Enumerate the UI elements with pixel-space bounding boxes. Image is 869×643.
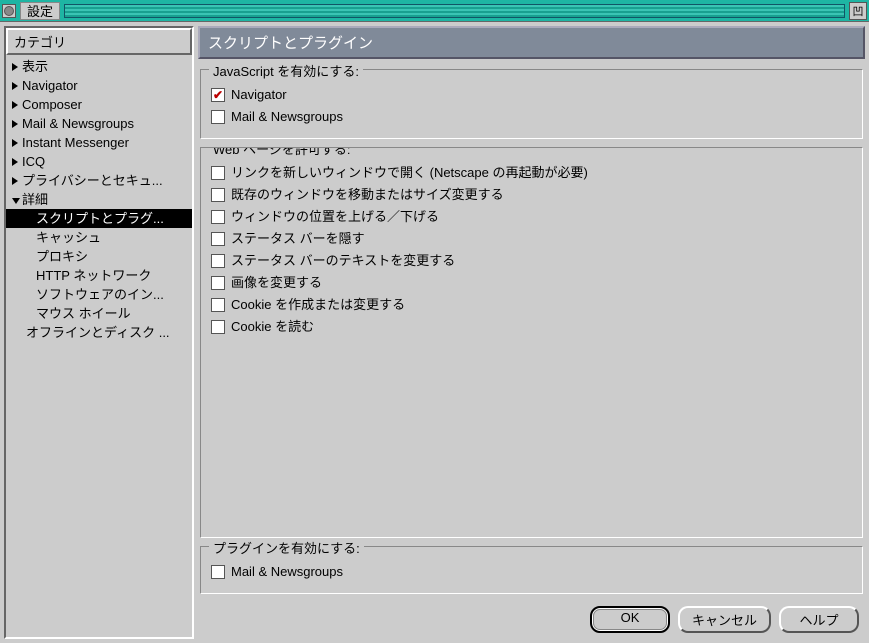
triangle-down-icon[interactable] <box>12 198 20 204</box>
checkbox-label: Mail & Newsgroups <box>231 108 343 126</box>
group-title: Web ページを許可する: <box>209 147 354 158</box>
checkbox-row: 既存のウィンドウを移動またはサイズ変更する <box>211 184 852 206</box>
category-tree[interactable]: 表示 Navigator Composer Mail & Newsgroups Inst… <box>6 55 192 637</box>
sidebar-item[interactable]: マウス ホイール <box>6 304 192 323</box>
checkbox-row: Mail & Newsgroups <box>211 106 852 128</box>
sidebar-item-label: 表示 <box>22 58 48 75</box>
sidebar-item-label: Mail & Newsgroups <box>22 115 134 132</box>
checkbox-row: Navigator <box>211 84 852 106</box>
sidebar-item-label: ICQ <box>22 153 45 170</box>
sidebar-item-label: プライバシーとセキュ... <box>22 172 163 189</box>
checkbox[interactable] <box>211 110 225 124</box>
sidebar-item[interactable]: Mail & Newsgroups <box>6 114 192 133</box>
sidebar-item[interactable]: Navigator <box>6 76 192 95</box>
window-control-icon[interactable]: 凹 <box>849 2 867 20</box>
sidebar-item[interactable]: 表示 <box>6 57 192 76</box>
checkbox-label: リンクを新しいウィンドウで開く (Netscape の再起動が必要) <box>231 164 588 182</box>
cancel-button[interactable]: キャンセル <box>678 606 771 633</box>
checkbox-label: Mail & Newsgroups <box>231 563 343 581</box>
group-enable-javascript: JavaScript を有効にする: NavigatorMail & Newsg… <box>200 69 863 139</box>
checkbox-label: 既存のウィンドウを移動またはサイズ変更する <box>231 186 504 204</box>
sidebar-item[interactable]: キャッシュ <box>6 228 192 247</box>
checkbox-row: Cookie を作成または変更する <box>211 294 852 316</box>
checkbox-row: Cookie を読む <box>211 316 852 338</box>
sidebar-item[interactable]: 詳細 <box>6 190 192 209</box>
checkbox[interactable] <box>211 320 225 334</box>
panel-title: スクリプトとプラグイン <box>198 26 865 59</box>
checkbox-row: ステータス バーのテキストを変更する <box>211 250 852 272</box>
ok-button[interactable]: OK <box>590 606 670 633</box>
checkbox[interactable] <box>211 232 225 246</box>
checkbox[interactable] <box>211 166 225 180</box>
checkbox[interactable] <box>211 188 225 202</box>
sidebar-item-label: 詳細 <box>22 191 48 208</box>
checkbox[interactable] <box>211 298 225 312</box>
triangle-right-icon[interactable] <box>12 63 18 71</box>
titlebar-drag[interactable] <box>64 4 845 18</box>
checkbox-label: Navigator <box>231 86 287 104</box>
checkbox[interactable] <box>211 88 225 102</box>
dialog-buttons: OK キャンセル ヘルプ <box>198 602 865 639</box>
checkbox[interactable] <box>211 210 225 224</box>
sidebar-item-label: オフラインとディスク ... <box>26 324 170 341</box>
sidebar-item[interactable]: ソフトウェアのイン... <box>6 285 192 304</box>
triangle-right-icon[interactable] <box>12 101 18 109</box>
sidebar-item[interactable]: Instant Messenger <box>6 133 192 152</box>
sidebar-header: カテゴリ <box>6 28 192 55</box>
checkbox[interactable] <box>211 276 225 290</box>
checkbox-row: 画像を変更する <box>211 272 852 294</box>
checkbox-label: Cookie を作成または変更する <box>231 296 405 314</box>
checkbox-label: Cookie を読む <box>231 318 314 336</box>
sidebar-item-label: マウス ホイール <box>36 305 131 322</box>
checkbox-label: 画像を変更する <box>231 274 322 292</box>
triangle-right-icon[interactable] <box>12 177 18 185</box>
sidebar-item-label: HTTP ネットワーク <box>36 267 151 284</box>
checkbox-label: ウィンドウの位置を上げる／下げる <box>231 208 439 226</box>
checkbox-row: ステータス バーを隠す <box>211 228 852 250</box>
sidebar-item-label: Composer <box>22 96 82 113</box>
main-panel: スクリプトとプラグイン JavaScript を有効にする: Navigator… <box>198 26 865 639</box>
sidebar-item-label: キャッシュ <box>36 229 101 246</box>
category-sidebar: カテゴリ 表示 Navigator Composer Mail & Newsgroup… <box>4 26 194 639</box>
sidebar-item-label: ソフトウェアのイン... <box>36 286 164 303</box>
titlebar: 設定 凹 <box>0 0 869 22</box>
content-area: カテゴリ 表示 Navigator Composer Mail & Newsgroup… <box>0 22 869 643</box>
window-menu-icon[interactable] <box>2 4 16 18</box>
sidebar-item-label: Navigator <box>22 77 78 94</box>
settings-window: 設定 凹 カテゴリ 表示 Navigator Composer Mail & News… <box>0 0 869 643</box>
triangle-right-icon[interactable] <box>12 158 18 166</box>
sidebar-item-label: プロキシ <box>36 248 88 265</box>
sidebar-item-label: スクリプトとプラグ... <box>36 210 164 227</box>
group-title: プラグインを有効にする: <box>209 538 364 557</box>
sidebar-item-label: Instant Messenger <box>22 134 129 151</box>
sidebar-item[interactable]: プロキシ <box>6 247 192 266</box>
checkbox-row: リンクを新しいウィンドウで開く (Netscape の再起動が必要) <box>211 162 852 184</box>
group-allow-webpages: Web ページを許可する: リンクを新しいウィンドウで開く (Netscape … <box>200 147 863 538</box>
sidebar-item[interactable]: Composer <box>6 95 192 114</box>
group-enable-plugins: プラグインを有効にする: Mail & Newsgroups <box>200 546 863 594</box>
checkbox-label: ステータス バーのテキストを変更する <box>231 252 455 270</box>
checkbox-row: Mail & Newsgroups <box>211 561 852 583</box>
checkbox-row: ウィンドウの位置を上げる／下げる <box>211 206 852 228</box>
sidebar-item[interactable]: スクリプトとプラグ... <box>6 209 192 228</box>
panel-body: JavaScript を有効にする: NavigatorMail & Newsg… <box>198 65 865 596</box>
checkbox[interactable] <box>211 254 225 268</box>
checkbox-label: ステータス バーを隠す <box>231 230 365 248</box>
triangle-right-icon[interactable] <box>12 139 18 147</box>
group-title: JavaScript を有効にする: <box>209 61 363 80</box>
sidebar-item[interactable]: HTTP ネットワーク <box>6 266 192 285</box>
sidebar-item[interactable]: ICQ <box>6 152 192 171</box>
help-button[interactable]: ヘルプ <box>779 606 859 633</box>
sidebar-item[interactable]: オフラインとディスク ... <box>6 323 192 342</box>
triangle-right-icon[interactable] <box>12 120 18 128</box>
triangle-right-icon[interactable] <box>12 82 18 90</box>
checkbox[interactable] <box>211 565 225 579</box>
window-title: 設定 <box>20 2 60 20</box>
sidebar-item[interactable]: プライバシーとセキュ... <box>6 171 192 190</box>
